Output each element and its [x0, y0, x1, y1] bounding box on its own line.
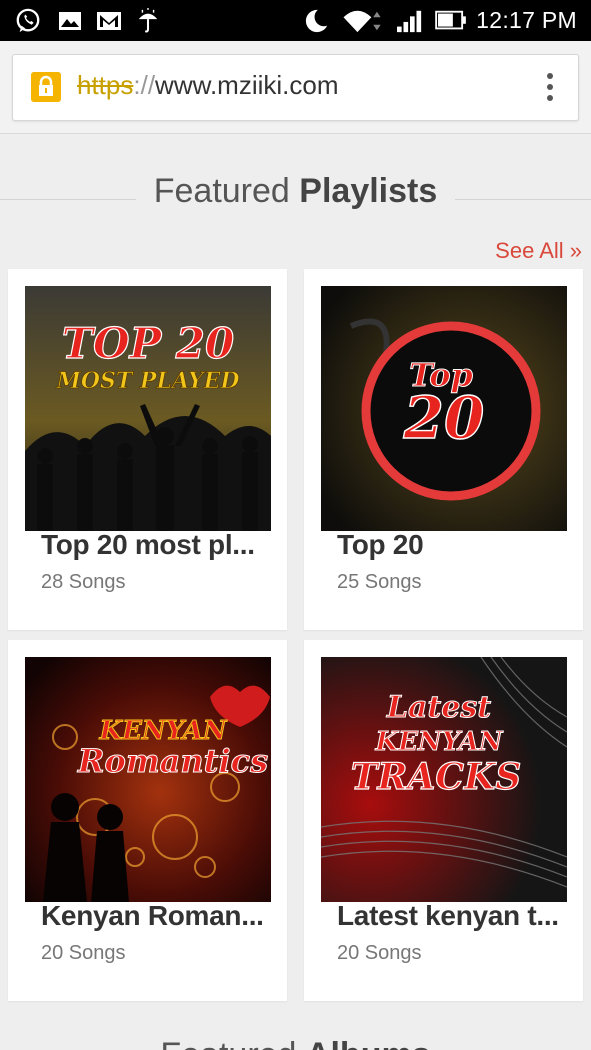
section-title-light: Featured [153, 172, 290, 210]
section-title: Featured Playlists [0, 172, 591, 211]
next-section-header: Featured Albums [0, 1030, 591, 1050]
cover-text: 20 [403, 384, 485, 452]
playlist-card[interactable]: TOP 20 MOST PLAYED Top 20 most pl... 28 … [8, 269, 287, 630]
url-text: https://www.mziiki.com [77, 70, 339, 101]
playlist-song-count: 25 Songs [337, 571, 422, 593]
url-scheme: https [77, 70, 134, 100]
address-bar[interactable]: https://www.mziiki.com [12, 54, 579, 121]
next-section-title-bold: Albums [306, 1036, 431, 1050]
cover-text: Latest [386, 690, 491, 725]
signal-icon [397, 10, 422, 33]
playlist-song-count: 28 Songs [41, 571, 126, 593]
gmail-icon [97, 12, 121, 30]
cover-text: Romantics [77, 742, 268, 780]
playlist-title[interactable]: Kenyan Roman... [41, 900, 264, 932]
playlist-card[interactable]: Latest KENYAN TRACKS Latest kenyan t... … [304, 640, 583, 1001]
cover-text: TRACKS [351, 756, 522, 798]
cover-text: TOP 20 [62, 319, 235, 368]
url-host: www.mziiki.com [155, 70, 339, 100]
battery-icon [435, 10, 466, 30]
playlist-card[interactable]: KENYAN Romantics Kenyan Roman... 20 Song… [8, 640, 287, 1001]
overflow-menu-icon[interactable] [546, 73, 554, 103]
playlist-title[interactable]: Top 20 most pl... [41, 529, 255, 561]
playlist-title[interactable]: Top 20 [337, 529, 424, 561]
cover-text: KENYAN [374, 727, 503, 757]
status-bar: 12:17 PM [0, 0, 591, 41]
lock-icon [31, 72, 61, 102]
playlist-song-count: 20 Songs [41, 942, 126, 964]
clock: 12:17 PM [476, 7, 577, 33]
gallery-icon [59, 12, 81, 30]
playlist-cover: TOP 20 MOST PLAYED [25, 286, 271, 531]
browser-toolbar: https://www.mziiki.com [0, 41, 591, 134]
umbrella-icon [138, 8, 158, 33]
cover-text: MOST PLAYED [56, 368, 240, 394]
playlist-cover: Top 20 [321, 286, 567, 531]
playlist-cover: Latest KENYAN TRACKS [321, 657, 567, 902]
next-section-title: Featured Albums [0, 1036, 591, 1050]
next-section-title-light: Featured [160, 1036, 296, 1050]
playlist-cover: KENYAN Romantics [25, 657, 271, 902]
section-header: Featured Playlists [0, 172, 591, 224]
whatsapp-icon [16, 8, 40, 33]
url-separator: :// [133, 70, 156, 100]
section-title-bold: Playlists [299, 172, 438, 210]
playlist-title[interactable]: Latest kenyan t... [337, 900, 559, 932]
playlist-song-count: 20 Songs [337, 942, 422, 964]
see-all-link[interactable]: See All » [495, 238, 582, 264]
wifi-icon [343, 10, 381, 33]
playlist-card[interactable]: Top 20 Top 20 25 Songs [304, 269, 583, 630]
moon-icon [305, 9, 328, 33]
